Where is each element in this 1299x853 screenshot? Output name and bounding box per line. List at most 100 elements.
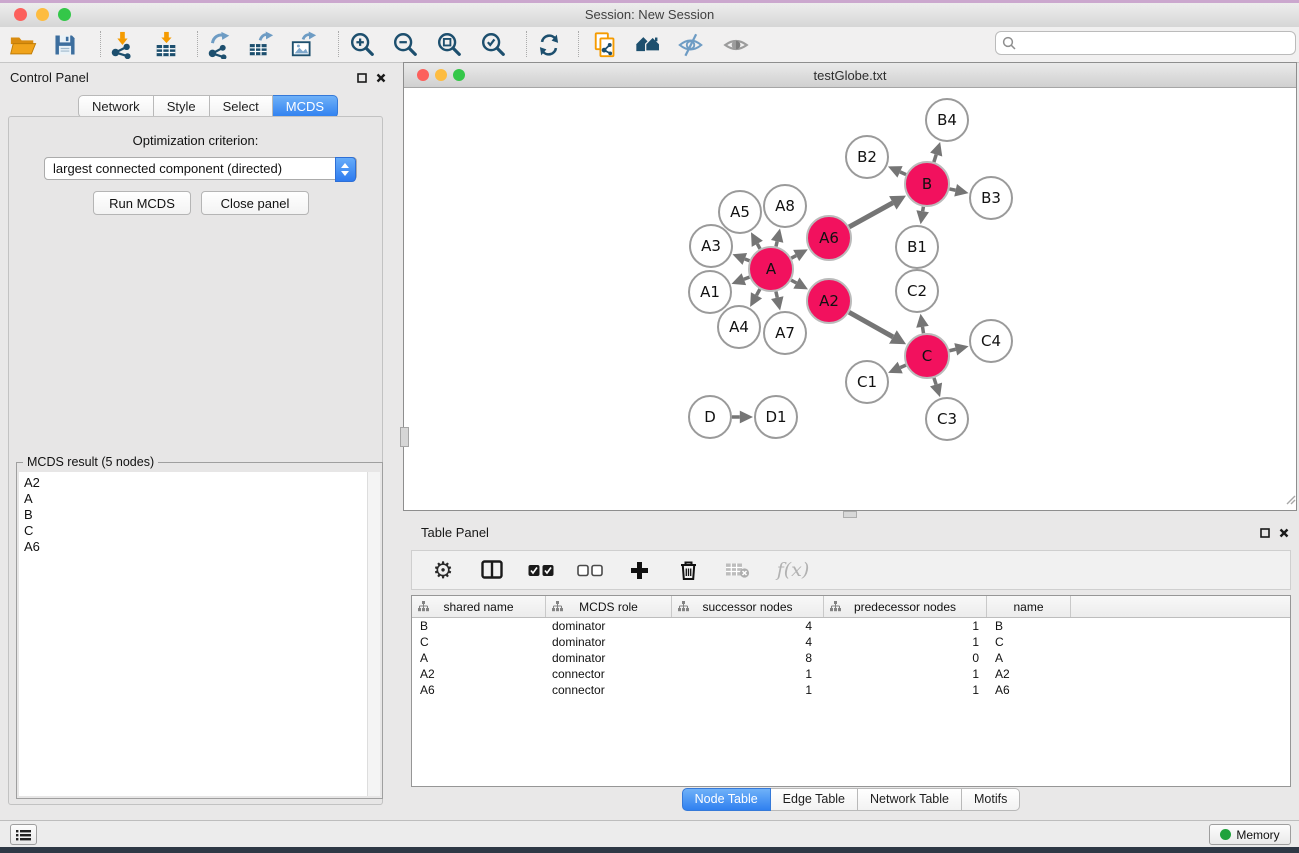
network-window-titlebar[interactable]: testGlobe.txt xyxy=(404,63,1296,88)
graph-edge-B-B4[interactable] xyxy=(934,155,936,162)
cell-predecessor-nodes[interactable]: 1 xyxy=(824,619,987,633)
mcds-result-item[interactable]: C xyxy=(19,523,367,539)
close-panel-icon[interactable] xyxy=(374,71,388,85)
cell-successor-nodes[interactable]: 4 xyxy=(672,635,824,649)
cell-name[interactable]: B xyxy=(987,619,1071,633)
cell-name[interactable]: A2 xyxy=(987,667,1071,681)
graph-edge-C-C3[interactable] xyxy=(934,378,936,385)
open-session-icon[interactable] xyxy=(8,30,38,60)
delete-table-icon[interactable] xyxy=(724,555,750,585)
graph-edge-C-C1[interactable] xyxy=(900,365,906,367)
home-layout-icon[interactable] xyxy=(633,30,663,60)
cell-predecessor-nodes[interactable]: 0 xyxy=(824,651,987,665)
tab-node-table[interactable]: Node Table xyxy=(682,788,771,811)
cell-shared-name[interactable]: A6 xyxy=(412,683,546,697)
table-row[interactable]: A2connector11A2 xyxy=(412,666,1290,682)
export-table-icon[interactable] xyxy=(246,30,276,60)
cell-predecessor-nodes[interactable]: 1 xyxy=(824,683,987,697)
graph-edge-A6-B[interactable] xyxy=(849,203,893,227)
graph-edge-C-C4[interactable] xyxy=(949,349,955,350)
cell-successor-nodes[interactable]: 8 xyxy=(672,651,824,665)
delete-column-trash-icon[interactable] xyxy=(675,555,701,585)
show-all-eye-icon[interactable] xyxy=(721,30,751,60)
zoom-in-icon[interactable] xyxy=(347,30,377,60)
function-builder-icon[interactable]: f(x) xyxy=(773,555,813,585)
cell-successor-nodes[interactable]: 1 xyxy=(672,683,824,697)
save-session-icon[interactable] xyxy=(50,30,80,60)
search-input[interactable] xyxy=(1020,35,1295,51)
table-row[interactable]: Adominator80A xyxy=(412,650,1290,666)
split-columns-icon[interactable] xyxy=(479,555,505,585)
cell-name[interactable]: A xyxy=(987,651,1071,665)
mcds-result-item[interactable]: B xyxy=(19,507,367,523)
network-canvas[interactable]: B4B2BB3A8A5A6A3B1AA1C2A2A4A7C4CC1C3DD1 xyxy=(404,88,1296,510)
graph-edge-A-A4[interactable] xyxy=(756,289,759,295)
table-row[interactable]: Cdominator41C xyxy=(412,634,1290,650)
tab-edge-table[interactable]: Edge Table xyxy=(771,788,858,811)
column-header-predecessor-nodes[interactable]: predecessor nodes xyxy=(824,596,987,617)
zoom-selected-icon[interactable] xyxy=(478,30,508,60)
cell-mcds-role[interactable]: connector xyxy=(546,683,672,697)
resize-grip-icon[interactable] xyxy=(1284,492,1296,510)
zoom-fit-content-icon[interactable] xyxy=(434,30,464,60)
float-panel-icon[interactable] xyxy=(355,71,369,85)
graph-edge-A-A5[interactable] xyxy=(757,244,760,249)
table-row[interactable]: Bdominator41B xyxy=(412,618,1290,634)
float-panel-icon[interactable] xyxy=(1258,526,1272,540)
table-row[interactable]: A6connector11A6 xyxy=(412,682,1290,698)
node-table[interactable]: shared nameMCDS rolesuccessor nodesprede… xyxy=(411,595,1291,787)
column-header-mcds-role[interactable]: MCDS role xyxy=(546,596,672,617)
add-column-icon[interactable] xyxy=(626,555,652,585)
cell-shared-name[interactable]: A2 xyxy=(412,667,546,681)
column-header-successor-nodes[interactable]: successor nodes xyxy=(672,596,824,617)
cell-shared-name[interactable]: A xyxy=(412,651,546,665)
tab-style[interactable]: Style xyxy=(154,95,210,118)
tab-select[interactable]: Select xyxy=(210,95,273,118)
cell-predecessor-nodes[interactable]: 1 xyxy=(824,667,987,681)
cell-mcds-role[interactable]: dominator xyxy=(546,651,672,665)
cell-predecessor-nodes[interactable]: 1 xyxy=(824,635,987,649)
scrollbar[interactable] xyxy=(367,472,380,796)
duplicate-network-icon[interactable] xyxy=(591,30,621,60)
settings-gear-icon[interactable]: ⚙ xyxy=(430,555,456,585)
search-field[interactable] xyxy=(995,31,1296,55)
refresh-icon[interactable] xyxy=(534,30,564,60)
cell-successor-nodes[interactable]: 4 xyxy=(672,619,824,633)
memory-button[interactable]: Memory xyxy=(1209,824,1291,845)
run-mcds-button[interactable]: Run MCDS xyxy=(93,191,191,215)
splitter-handle[interactable] xyxy=(400,427,409,447)
graph-edge-A-A1[interactable] xyxy=(744,277,750,279)
graph-edge-A2-C[interactable] xyxy=(849,312,893,337)
close-panel-icon[interactable] xyxy=(1277,526,1291,540)
import-network-icon[interactable] xyxy=(107,30,137,60)
cell-name[interactable]: A6 xyxy=(987,683,1071,697)
tab-network[interactable]: Network xyxy=(78,95,154,118)
graph-edge-A-A7[interactable] xyxy=(776,291,777,297)
graph-edge-A-A6[interactable] xyxy=(791,256,796,259)
mcds-result-item[interactable]: A xyxy=(19,491,367,507)
graph-edge-A-A2[interactable] xyxy=(791,280,796,283)
graph-edge-B-B2[interactable] xyxy=(900,172,906,175)
cell-mcds-role[interactable]: dominator xyxy=(546,619,672,633)
close-panel-button[interactable]: Close panel xyxy=(201,191,309,215)
graph-edge-B-B3[interactable] xyxy=(949,189,955,190)
mcds-result-item[interactable]: A6 xyxy=(19,539,367,555)
zoom-out-icon[interactable] xyxy=(390,30,420,60)
cell-name[interactable]: C xyxy=(987,635,1071,649)
select-all-columns-icon[interactable] xyxy=(528,555,554,585)
show-panels-list-button[interactable] xyxy=(10,824,37,845)
mcds-result-list[interactable]: A2ABCA6 xyxy=(19,472,380,796)
export-network-icon[interactable] xyxy=(204,30,234,60)
column-header-name[interactable]: name xyxy=(987,596,1071,617)
graph-edge-A-A8[interactable] xyxy=(776,241,777,246)
cell-shared-name[interactable]: C xyxy=(412,635,546,649)
tab-mcds[interactable]: MCDS xyxy=(273,95,338,118)
column-header-shared-name[interactable]: shared name xyxy=(412,596,546,617)
export-image-icon[interactable] xyxy=(289,30,319,60)
graph-edge-C-C2[interactable] xyxy=(923,327,924,333)
cell-shared-name[interactable]: B xyxy=(412,619,546,633)
mcds-result-item[interactable]: A2 xyxy=(19,475,367,491)
tab-network-table[interactable]: Network Table xyxy=(858,788,962,811)
hide-selected-eye-slash-icon[interactable] xyxy=(676,30,706,60)
graph-edge-B-B1[interactable] xyxy=(923,207,924,212)
